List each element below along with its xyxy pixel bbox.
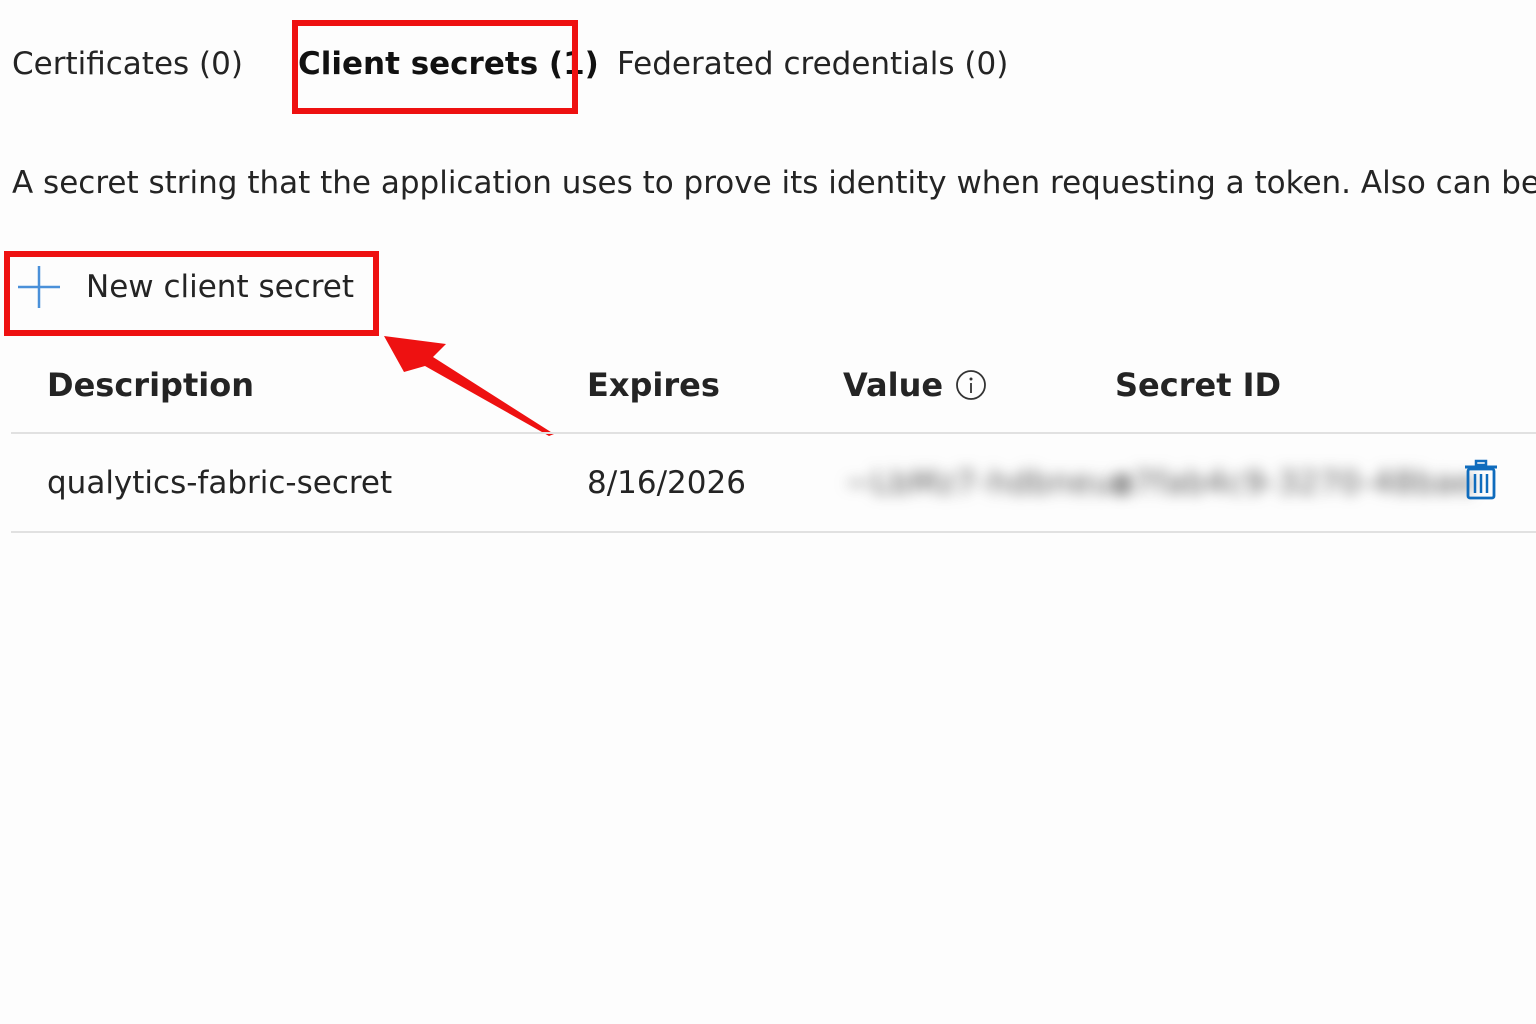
- info-icon[interactable]: [955, 369, 987, 401]
- client-secrets-page: Certificates (0) Client secrets (1) Fede…: [0, 0, 1536, 1024]
- secret-value-blurred[interactable]: ~LbMz7-hdbneue: [845, 460, 1132, 506]
- header-divider: [11, 432, 1536, 434]
- tab-highlight-box: [292, 20, 578, 114]
- secret-id-blurred[interactable]: a7fab4c9-3270-48bae: [1113, 460, 1475, 506]
- column-header-secret-id[interactable]: Secret ID: [1115, 362, 1281, 408]
- row-divider: [11, 531, 1536, 533]
- button-highlight-box: [4, 251, 379, 336]
- column-header-description[interactable]: Description: [47, 362, 254, 408]
- tab-certificates[interactable]: Certificates (0): [12, 40, 243, 88]
- section-description: A secret string that the application use…: [12, 165, 1536, 201]
- trash-icon[interactable]: [1463, 459, 1499, 501]
- secret-expires: 8/16/2026: [587, 465, 746, 501]
- tab-federated-credentials[interactable]: Federated credentials (0): [617, 40, 1008, 88]
- column-header-value-label: Value: [843, 366, 944, 404]
- column-header-expires[interactable]: Expires: [587, 362, 720, 408]
- annotation-arrow: [384, 336, 554, 436]
- secret-description: qualytics-fabric-secret: [47, 465, 393, 501]
- column-header-value[interactable]: Value: [843, 362, 987, 408]
